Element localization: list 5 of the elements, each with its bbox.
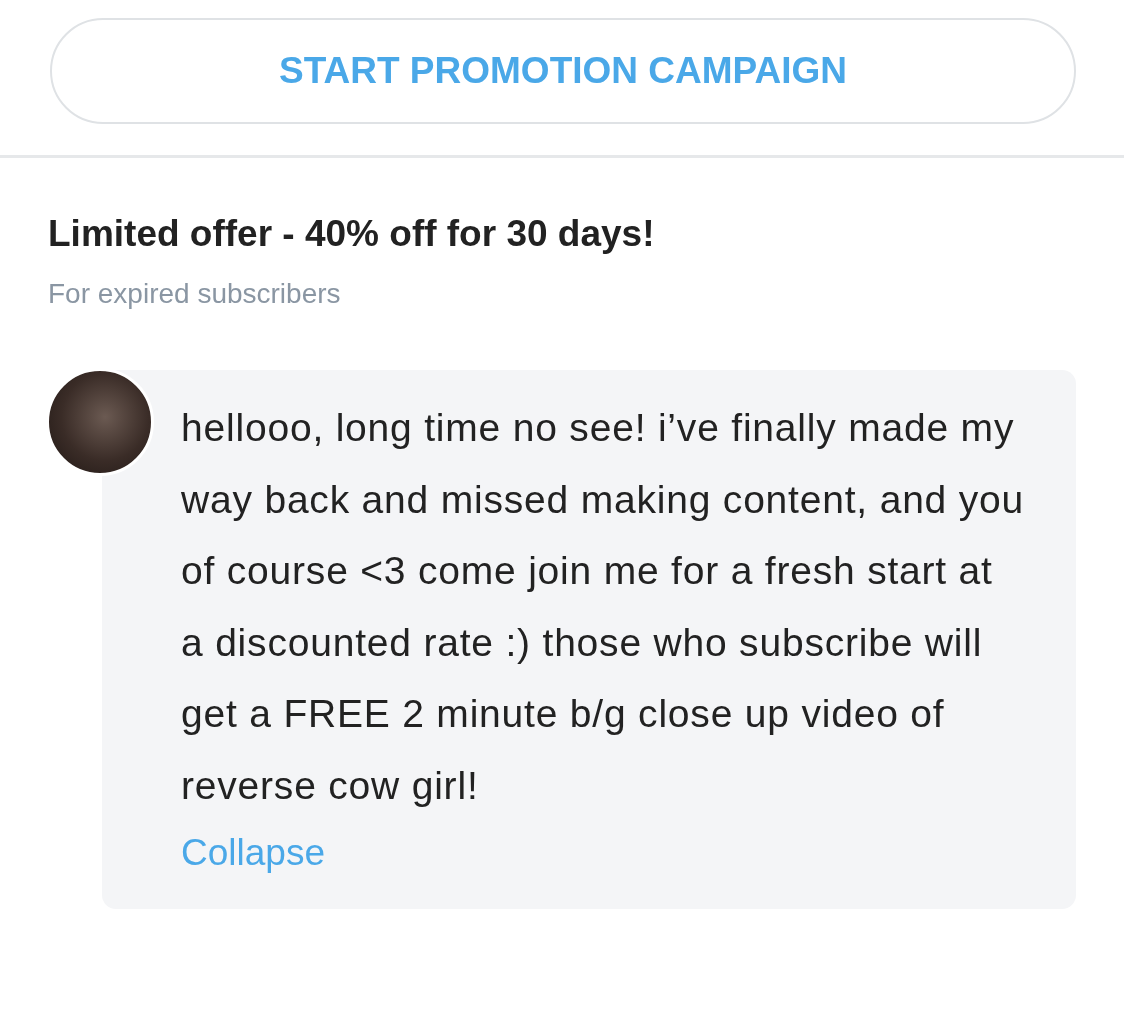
collapse-link[interactable]: Collapse xyxy=(181,823,325,883)
offer-subtitle: For expired subscribers xyxy=(48,277,342,311)
offer-title: Limited offer - 40% off for 30 days! xyxy=(48,212,656,256)
start-promotion-button[interactable]: START PROMOTION CAMPAIGN xyxy=(50,18,1076,124)
message-text: hellooo, long time no see! i’ve finally made my way back and missed making content, and you of course <3 come join me for a fresh start at a discounted rate :) those who subscribe will get a FREE 2 minute b/g close up video of reverse cow girl! xyxy=(181,405,1026,809)
